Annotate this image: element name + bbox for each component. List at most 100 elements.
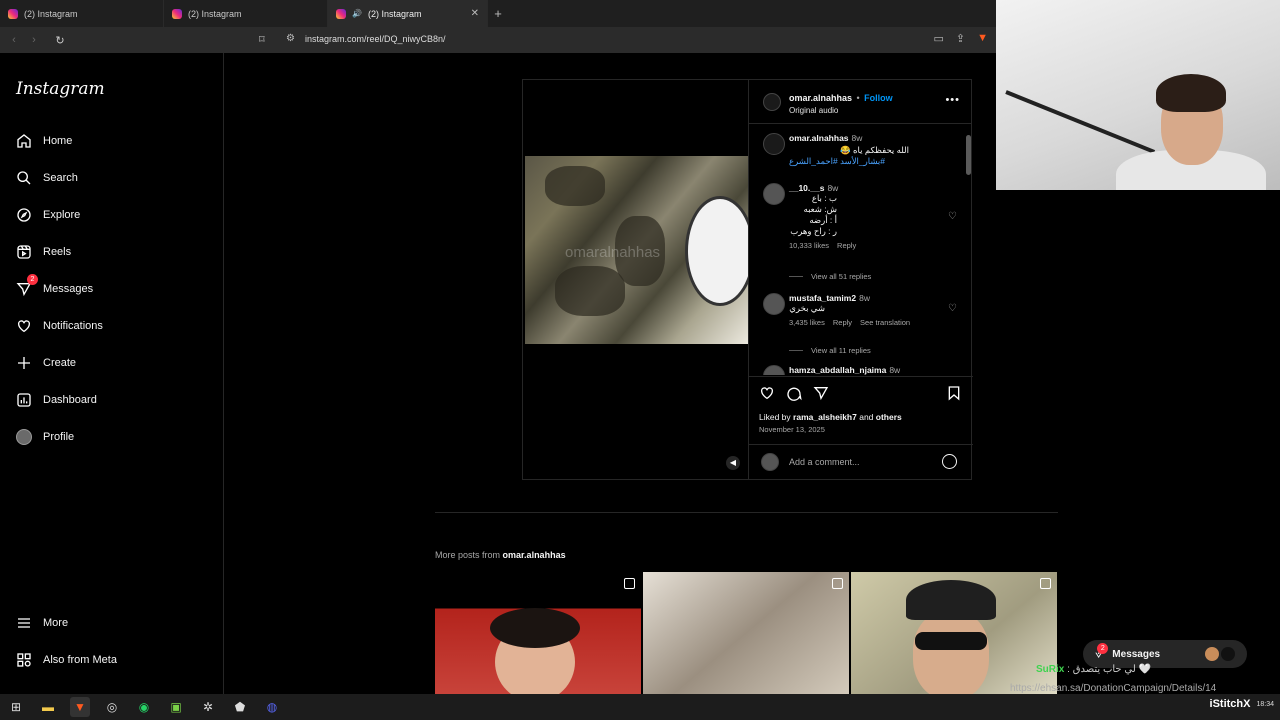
- menu-icon: [16, 615, 32, 631]
- like-comment-icon[interactable]: ♡: [948, 211, 957, 222]
- comment-username[interactable]: hamza_abdallah_njaima: [789, 365, 886, 375]
- browser-tab[interactable]: (2) Instagram: [164, 0, 328, 27]
- store-icon[interactable]: ▣: [166, 697, 186, 717]
- thumbnail-hair: [490, 608, 580, 648]
- clock[interactable]: 18:34: [1256, 700, 1274, 709]
- site-info-icon[interactable]: ⚙: [286, 33, 295, 44]
- comment-username[interactable]: __10.__s: [789, 183, 824, 193]
- post-thumbnail[interactable]: [435, 572, 641, 694]
- sidebar-item-notifications[interactable]: Notifications: [16, 318, 103, 334]
- sidebar-item-dashboard[interactable]: Dashboard: [16, 392, 97, 408]
- instagram-logo[interactable]: Instagram: [16, 79, 105, 99]
- dashboard-icon: [16, 392, 32, 408]
- new-tab-button[interactable]: +: [488, 6, 508, 21]
- messenger-icon: 2: [16, 274, 38, 297]
- app-icon[interactable]: ◎: [102, 697, 122, 717]
- share-icon[interactable]: [813, 385, 829, 401]
- see-translation-button[interactable]: See translation: [860, 318, 910, 327]
- reel-video[interactable]: omaralnahhas ◀: [523, 80, 748, 479]
- post-thumbnail[interactable]: [643, 572, 849, 694]
- whatsapp-icon[interactable]: ◉: [134, 697, 154, 717]
- comments-scrollbar[interactable]: [966, 127, 971, 373]
- sidebar-item-search[interactable]: Search: [16, 170, 78, 186]
- audio-link[interactable]: Original audio: [789, 106, 893, 115]
- drum: [685, 196, 748, 306]
- view-replies-link[interactable]: View all 51 replies: [789, 272, 871, 281]
- discord-icon[interactable]: ◍: [262, 697, 282, 717]
- sidebar-item-label: More: [43, 617, 69, 629]
- browser-tab-active[interactable]: 🔊 (2) Instagram ✕: [328, 0, 488, 27]
- comment-likes[interactable]: 3,435 likes: [789, 318, 825, 327]
- share-icon[interactable]: ⇪: [956, 32, 965, 45]
- tab-title: (2) Instagram: [188, 8, 242, 19]
- comment-username[interactable]: mustafa_tamim2: [789, 293, 856, 303]
- commenter-avatar[interactable]: [763, 183, 785, 205]
- brave-shields-icon[interactable]: ▼: [977, 32, 988, 45]
- windows-start-icon[interactable]: ⊞: [6, 697, 26, 717]
- comment-likes[interactable]: 10,333 likes: [789, 241, 829, 250]
- brave-browser-icon[interactable]: ▼: [70, 697, 90, 717]
- emoji-icon[interactable]: [942, 454, 957, 469]
- sidebar-item-explore[interactable]: Explore: [16, 207, 80, 223]
- forward-icon[interactable]: ›: [24, 34, 44, 46]
- avatar-icon: [16, 429, 32, 445]
- app-icon[interactable]: ⬟: [230, 697, 250, 717]
- reel-icon: [832, 578, 843, 589]
- scroll-thumb[interactable]: [966, 135, 971, 175]
- caption-username[interactable]: omar.alnahhas: [789, 133, 849, 143]
- sidebar-item-also-from-meta[interactable]: Also from Meta: [16, 652, 117, 668]
- reload-icon[interactable]: ↻: [50, 34, 70, 47]
- save-icon[interactable]: [946, 385, 962, 401]
- comment-time: 8w: [859, 293, 870, 303]
- like-comment-icon[interactable]: ♡: [948, 303, 957, 314]
- sidebar-item-label: Also from Meta: [43, 654, 117, 666]
- camo-patch: [555, 266, 625, 316]
- thumbnail-face: [913, 610, 989, 694]
- like-icon[interactable]: [759, 385, 775, 401]
- back-icon[interactable]: ‹: [4, 34, 24, 46]
- bookmark-icon[interactable]: ⌑: [259, 33, 265, 46]
- file-explorer-icon[interactable]: ▬: [38, 697, 58, 717]
- caption-hashtags[interactable]: #بشار_الأسد #احمد_الشرع: [789, 156, 909, 167]
- video-watermark: omaralnahhas: [565, 244, 661, 261]
- webcam-overlay: [996, 0, 1280, 190]
- reply-button[interactable]: Reply: [833, 318, 852, 327]
- comment-icon[interactable]: [786, 385, 802, 401]
- more-options-icon[interactable]: •••: [945, 94, 960, 106]
- tab-title: (2) Instagram: [367, 8, 422, 19]
- sidebar-item-more[interactable]: More: [16, 615, 68, 631]
- follow-button[interactable]: Follow: [864, 93, 893, 103]
- sidebar-item-home[interactable]: Home: [16, 133, 72, 149]
- url-field[interactable]: instagram.com/reel/DQ_niwyCB8n/: [305, 34, 446, 44]
- commenter-avatar[interactable]: [763, 365, 785, 375]
- post-thumbnail[interactable]: [851, 572, 1057, 694]
- comments-list[interactable]: omar.alnahhas 8w الله يحفظكم ياه 😂 #بشار_…: [749, 125, 973, 375]
- streamer-hair: [1156, 74, 1226, 112]
- reply-button[interactable]: Reply: [837, 241, 856, 250]
- video-frame[interactable]: omaralnahhas: [525, 156, 748, 344]
- chat-text: لي حاب يتصدق 🤍: [1072, 664, 1151, 675]
- cast-icon[interactable]: ▭: [933, 32, 943, 45]
- more-posts-user[interactable]: omar.alnahhas: [503, 550, 566, 560]
- speaker-icon[interactable]: 🔊: [352, 9, 362, 18]
- browser-tab[interactable]: (2) Instagram: [0, 0, 164, 27]
- author-username[interactable]: omar.alnahhas: [789, 93, 852, 103]
- steam-icon[interactable]: ✲: [198, 697, 218, 717]
- sidebar-item-create[interactable]: Create: [16, 355, 76, 371]
- view-replies-link[interactable]: View all 11 replies: [789, 346, 871, 355]
- liked-by-user[interactable]: rama_alsheikh7: [793, 412, 857, 422]
- sidebar-item-reels[interactable]: Reels: [16, 244, 71, 260]
- more-posts-heading: More posts from omar.alnahhas: [435, 550, 566, 560]
- close-tab-icon[interactable]: ✕: [471, 8, 479, 19]
- liked-by-and: and: [859, 412, 874, 422]
- author-avatar[interactable]: [763, 92, 781, 111]
- commenter-avatar[interactable]: [763, 293, 785, 315]
- volume-icon[interactable]: ◀: [726, 456, 740, 470]
- add-comment-input[interactable]: Add a comment...: [789, 457, 860, 467]
- liked-by-others[interactable]: others: [876, 412, 902, 422]
- author-avatar[interactable]: [763, 133, 785, 155]
- sidebar-item-profile[interactable]: Profile: [16, 429, 74, 445]
- add-comment-bar: Add a comment...: [749, 444, 973, 479]
- sidebar-item-label: Profile: [43, 431, 75, 443]
- sidebar-item-messages[interactable]: 2 Messages: [16, 274, 93, 297]
